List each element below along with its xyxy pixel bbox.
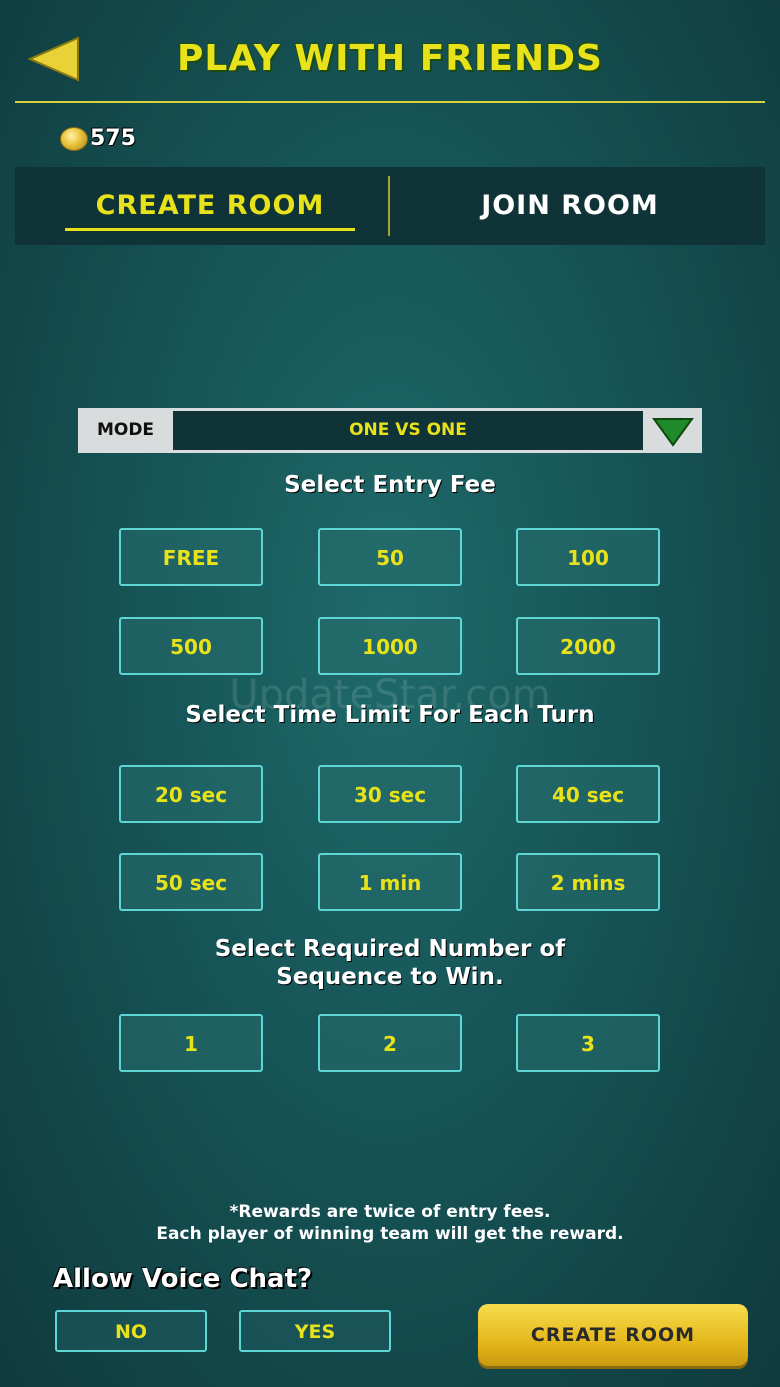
mode-label: MODE xyxy=(96,420,155,440)
entry-fee-title: Select Entry Fee xyxy=(284,472,496,498)
tab-join-room[interactable]: JOIN ROOM xyxy=(410,167,730,245)
sequence-3-button[interactable]: 3 xyxy=(516,1014,660,1072)
sequence-title-line1: Select Required Number of xyxy=(214,936,566,962)
voice-chat-title: Allow Voice Chat? xyxy=(53,1264,313,1294)
entry-fee-500-button[interactable]: 500 xyxy=(119,617,263,675)
time-1-min-button[interactable]: 1 min xyxy=(318,853,462,911)
rewards-note-line2: Each player of winning team will get the… xyxy=(156,1224,624,1244)
time-30-sec-button[interactable]: 30 sec xyxy=(318,765,462,823)
entry-fee-1000-button[interactable]: 1000 xyxy=(318,617,462,675)
time-20-sec-button[interactable]: 20 sec xyxy=(119,765,263,823)
time-50-sec-button[interactable]: 50 sec xyxy=(119,853,263,911)
sequence-title-line2: Sequence to Win. xyxy=(276,964,504,990)
mode-value: ONE VS ONE xyxy=(349,420,467,440)
page-title: PLAY WITH FRIENDS xyxy=(177,38,603,79)
coin-balance: 575 xyxy=(90,126,136,151)
time-40-sec-button[interactable]: 40 sec xyxy=(516,765,660,823)
entry-fee-50-button[interactable]: 50 xyxy=(318,528,462,586)
entry-fee-100-button[interactable]: 100 xyxy=(516,528,660,586)
dropdown-arrow-icon[interactable] xyxy=(652,417,694,447)
coin-icon xyxy=(60,127,88,151)
active-tab-underline xyxy=(65,228,355,231)
rewards-note-line1: *Rewards are twice of entry fees. xyxy=(229,1202,551,1222)
create-room-button[interactable]: CREATE ROOM xyxy=(478,1304,748,1366)
tab-create-room[interactable]: CREATE ROOM xyxy=(65,167,355,245)
header-divider xyxy=(15,101,765,103)
tab-bar: CREATE ROOM JOIN ROOM xyxy=(15,167,765,245)
tab-divider xyxy=(388,176,390,236)
mode-dropdown[interactable]: MODE ONE VS ONE xyxy=(78,408,702,453)
entry-fee-free-button[interactable]: FREE xyxy=(119,528,263,586)
voice-chat-no-button[interactable]: NO xyxy=(55,1310,207,1352)
time-2-mins-button[interactable]: 2 mins xyxy=(516,853,660,911)
sequence-1-button[interactable]: 1 xyxy=(119,1014,263,1072)
back-triangle-icon xyxy=(27,36,79,82)
voice-chat-yes-button[interactable]: YES xyxy=(239,1310,391,1352)
entry-fee-2000-button[interactable]: 2000 xyxy=(516,617,660,675)
back-button[interactable] xyxy=(27,36,82,82)
sequence-2-button[interactable]: 2 xyxy=(318,1014,462,1072)
time-limit-title: Select Time Limit For Each Turn xyxy=(185,702,595,728)
